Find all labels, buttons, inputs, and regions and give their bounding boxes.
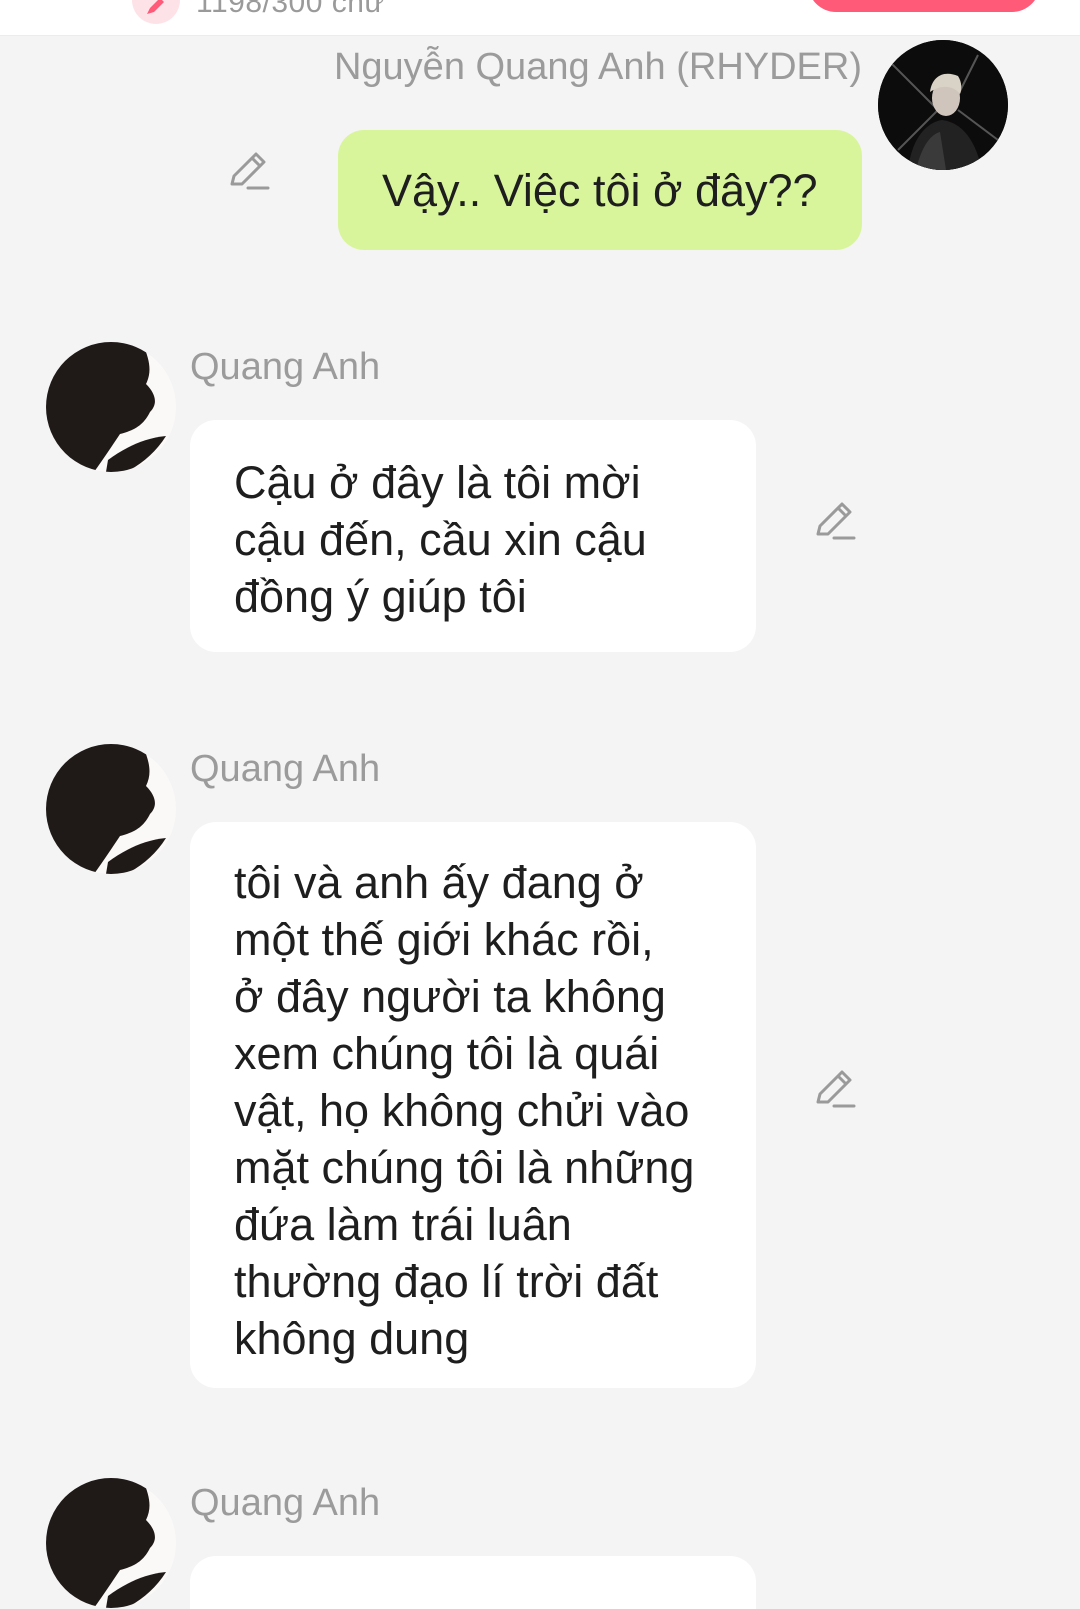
sender-name: Quang Anh [190, 748, 381, 790]
edit-icon[interactable] [226, 148, 274, 196]
sender-name: Quang Anh [190, 346, 381, 388]
message-bubble[interactable] [190, 1556, 756, 1609]
send-button[interactable] [808, 0, 1040, 12]
sender-name: Nguyễn Quang Anh (RHYDER) [333, 46, 862, 88]
pen-badge[interactable] [132, 0, 180, 24]
message-bubble[interactable]: Vậy.. Việc tôi ở đây?? [338, 130, 862, 250]
sender-name: Quang Anh [190, 1482, 381, 1524]
message-bubble[interactable]: Cậu ở đây là tôi mời cậu đến, cầu xin cậ… [190, 420, 756, 652]
photo-avatar-icon [878, 40, 1008, 170]
silhouette-avatar-icon [46, 1478, 176, 1608]
char-counter: 1198/300 chữ [196, 0, 386, 19]
silhouette-avatar-icon [46, 744, 176, 874]
avatar[interactable] [878, 40, 1008, 170]
avatar[interactable] [46, 744, 176, 874]
composer-bar: 1198/300 chữ [0, 0, 1080, 36]
pen-icon [147, 0, 164, 14]
message-bubble[interactable]: tôi và anh ấy đang ở một thế giới khác r… [190, 822, 756, 1388]
edit-icon[interactable] [812, 1066, 860, 1114]
edit-icon[interactable] [812, 498, 860, 546]
avatar[interactable] [46, 342, 176, 472]
chat-screen: 1198/300 chữ Nguyễn Quang Anh (RHYDER) V… [0, 0, 1080, 1609]
avatar[interactable] [46, 1478, 176, 1608]
silhouette-avatar-icon [46, 342, 176, 472]
